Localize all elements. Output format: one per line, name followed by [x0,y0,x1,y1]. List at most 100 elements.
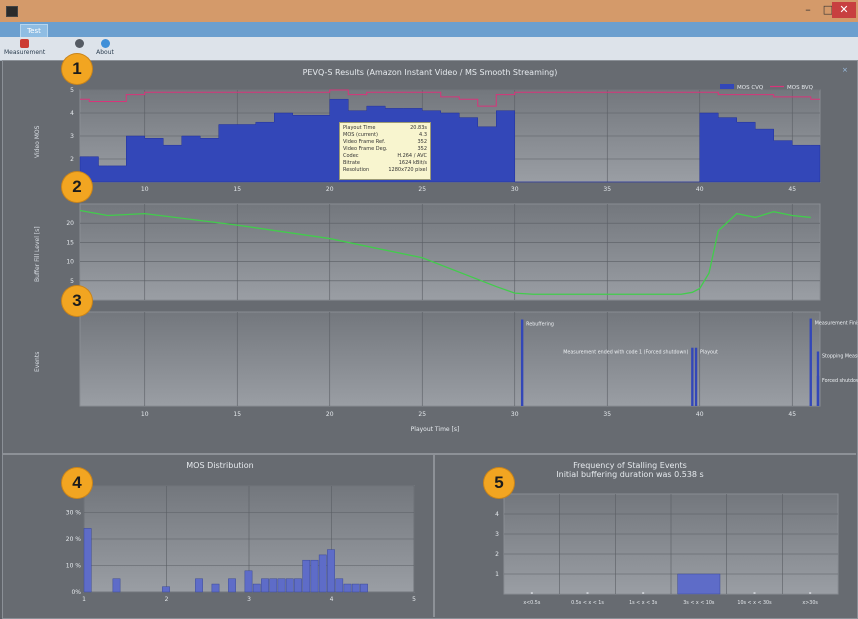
badge-4: 4 [62,468,92,498]
x-tick-label: 45 [788,186,796,193]
event-label: Measurement ended with code 1 (Forced sh… [563,350,688,356]
histogram-bar [228,578,236,593]
histogram-bar [360,583,368,593]
category-label: x>30s [802,600,818,606]
y-tick-label: 4 [70,110,74,117]
y-tick-label: 3 [495,531,499,538]
category-label: 3s < x < 10s [683,600,715,606]
category-label: 0.5s < x < 1s [571,600,604,606]
x-tick-label: 30 [511,411,519,418]
tooltip-key: Resolution [343,167,370,173]
y-tick-label: 0% [71,589,81,596]
stalling-bar [642,592,645,594]
tooltip-key: Playout Time [343,125,376,131]
events-plot-area [79,311,821,407]
x-tick-label: 35 [603,411,611,418]
y-tick-label: 5 [70,278,74,285]
x-tick-label: 30 [511,186,519,193]
y-tick-label: 5 [70,87,74,94]
tooltip-value: 1624 kBit/s [398,160,427,166]
stalling-bar [809,592,812,594]
histogram-bar [162,586,170,593]
histogram-bar [327,549,335,593]
tooltip-value: 20.83s [410,125,427,131]
tooltip-value: 1280x720 pixel [388,167,427,173]
x-tick-label: 20 [326,411,334,418]
mos-axis-label: Video MOS [34,125,41,158]
histogram-bar [83,528,92,593]
stalling-bar [753,592,756,594]
histogram-bar [294,578,302,593]
y-tick-label: 30 % [66,510,82,517]
histogram-bar [195,578,203,593]
event-marker [809,318,812,406]
tooltip-value: 4.3 [419,132,427,138]
x-tick-label: 45 [788,411,796,418]
datapoint-tooltip: Playout Time 20.83s MOS (current) 4.3 Vide… [339,122,431,180]
badge-3: 3 [62,286,92,316]
x-tick-label: 5 [412,596,416,603]
buffer-plot-area [79,203,821,301]
y-tick-label: 15 [66,239,74,246]
x-tick-label: 15 [233,411,241,418]
x-tick-label: 40 [696,186,704,193]
y-tick-label: 10 % [66,563,82,570]
y-tick-label: 2 [495,551,499,558]
histogram-bar [277,578,286,593]
histogram-bar [285,578,294,593]
x-tick-label: 25 [418,186,426,193]
histogram-bar [112,578,121,593]
x-axis-label: Playout Time [s] [410,426,460,433]
histogram-bar [269,578,278,593]
histogram-bar [351,583,360,593]
histogram-bar [310,559,319,593]
event-marker [694,347,698,406]
category-label: 1s < x < 3s [629,600,658,606]
event-label: Measurement Finished [815,321,858,327]
tooltip-value: H.264 / AVC [397,153,427,159]
x-tick-label: 1 [82,596,86,603]
event-label: Forced shutdown [822,378,858,384]
y-tick-label: 3 [70,133,74,140]
y-tick-label: 4 [495,511,499,518]
event-label: Rebuffering [526,322,554,328]
stalling-bar [530,592,533,594]
tooltip-value: 352 [417,139,427,145]
stalling-bar [677,573,721,595]
event-marker [520,319,524,406]
tooltip-key: Video Frame Deg. [343,146,388,152]
y-tick-label: 10 [66,259,74,266]
x-tick-label: 10 [141,186,149,193]
event-label: Stopping Measurement [822,353,858,359]
histogram-bar [244,570,253,593]
y-tick-label: 20 % [66,536,82,543]
stalling-bar [586,592,589,594]
histogram-bar [211,583,220,593]
category-label: x<0.5s [523,600,540,606]
x-tick-label: 40 [696,411,704,418]
x-tick-label: 25 [418,411,426,418]
histogram-bar [252,583,261,593]
event-marker [691,347,694,406]
event-marker [816,375,820,406]
mos-distribution-title: MOS Distribution [186,461,254,470]
badge-1: 1 [62,54,92,84]
legend-label-bvq: MOS BVQ [787,85,814,91]
buffer-axis-label: Buffer Fill Level [s] [34,226,41,282]
category-label: 10s < x < 30s [737,600,772,606]
tooltip-value: 352 [417,146,427,152]
legend-swatch-cvq [720,84,734,89]
x-tick-label: 10 [141,411,149,418]
y-tick-label: 1 [495,571,499,578]
y-tick-label: 20 [66,220,74,227]
tooltip-key: Codec [343,153,359,159]
histogram-bar [261,578,269,593]
stalling-subtitle: Initial buffering duration was 0.538 s [556,470,704,479]
histogram-bar [343,583,352,593]
x-tick-label: 20 [326,186,334,193]
y-tick-label: 2 [70,156,74,163]
tooltip-key: Video Frame Ref. [343,139,386,145]
x-tick-label: 3 [247,596,251,603]
histogram-bar [318,554,327,593]
x-tick-label: 2 [165,596,169,603]
